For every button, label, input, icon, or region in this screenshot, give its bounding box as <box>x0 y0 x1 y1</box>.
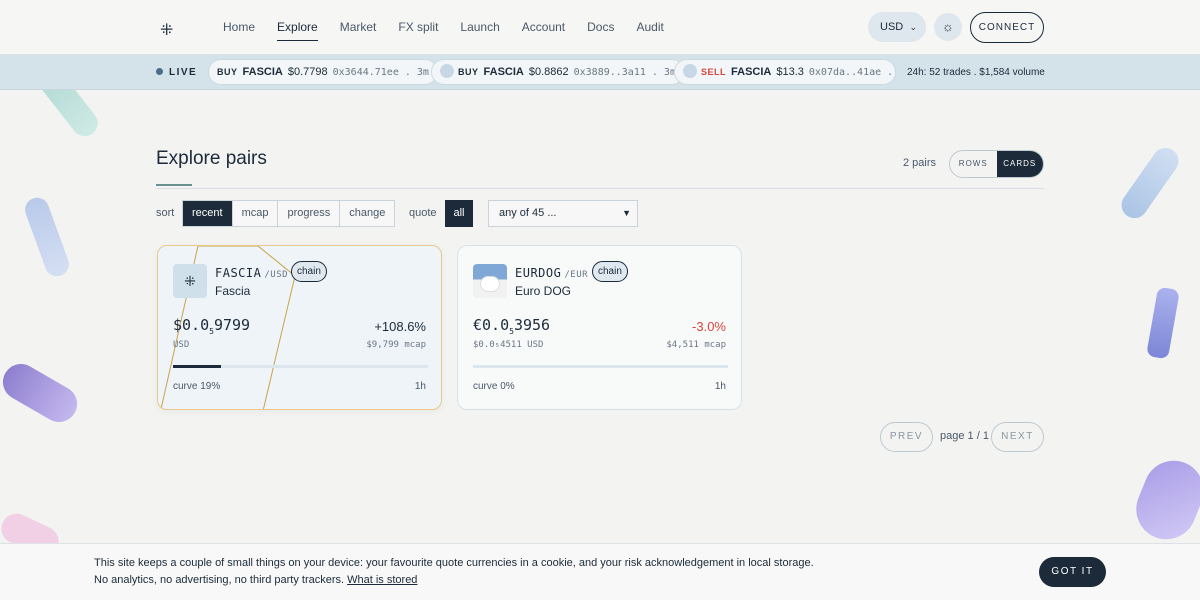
token-name: Fascia <box>215 284 251 298</box>
prev-page-button[interactable]: PREV <box>880 422 933 452</box>
sort-options: recent mcap progress change <box>182 200 396 227</box>
market-cap: $9,799 mcap <box>366 340 426 350</box>
cookie-banner: This site keeps a couple of small things… <box>0 543 1200 600</box>
price-unit: USD <box>173 340 190 350</box>
what-is-stored-link[interactable]: What is stored <box>347 574 417 586</box>
trade-symbol: FASCIA <box>483 66 524 78</box>
token-icon <box>683 64 697 79</box>
chevron-down-icon: ⌄ <box>909 22 917 32</box>
top-header: ⁜ Home Explore Market FX split Launch Ac… <box>0 0 1200 55</box>
decorative-coin <box>1127 451 1200 549</box>
sort-recent-button[interactable]: recent <box>183 201 233 226</box>
chain-badge[interactable]: chain <box>592 261 628 282</box>
decorative-coin <box>0 357 84 429</box>
nav-account[interactable]: Account <box>511 0 576 55</box>
logo-icon[interactable]: ⁜ <box>160 20 173 40</box>
view-rows-button[interactable]: ROWS <box>950 151 997 177</box>
quote-all-button[interactable]: all <box>445 200 473 227</box>
price-change: +108.6% <box>374 319 426 334</box>
decorative-coin <box>21 194 73 280</box>
pair-age: 1h <box>714 381 726 392</box>
trade-address: 0x3889..3a11 . 3m <box>573 67 676 78</box>
nav-home[interactable]: Home <box>212 0 266 55</box>
currency-select[interactable]: USD ⌄ <box>868 12 926 42</box>
pair-symbol: FASCIA/USD <box>215 266 289 280</box>
nav-explore[interactable]: Explore <box>266 0 329 55</box>
trade-address: 0x3644.71ee . 3m <box>332 67 429 78</box>
nav-fx-split[interactable]: FX split <box>387 0 449 55</box>
chain-badge[interactable]: chain <box>291 261 327 282</box>
cookie-text: This site keeps a couple of small things… <box>94 557 814 586</box>
sort-change-button[interactable]: change <box>340 201 395 226</box>
price-unit: $0.0₅4511 USD <box>473 340 544 350</box>
market-cap: $4,511 mcap <box>666 340 726 350</box>
view-cards-button[interactable]: CARDS <box>996 151 1043 177</box>
pair-card[interactable]: ⁜ FASCIA/USD chain Fascia $0.059799 +108… <box>157 245 442 410</box>
nav-audit[interactable]: Audit <box>625 0 674 55</box>
nav-market[interactable]: Market <box>329 0 388 55</box>
next-page-button[interactable]: NEXT <box>991 422 1044 452</box>
pair-card[interactable]: EURDOG/EUR chain Euro DOG €0.053956 -3.0… <box>457 245 742 410</box>
token-price: €0.053956 <box>473 316 551 336</box>
curve-progress-bar <box>473 365 728 368</box>
nav-launch[interactable]: Launch <box>449 0 510 55</box>
decorative-coin <box>1146 286 1180 360</box>
price-change: -3.0% <box>692 319 726 334</box>
fascia-logo-icon: ⁜ <box>184 273 196 289</box>
trade-side: BUY <box>217 67 238 77</box>
pair-quote: /EUR <box>564 270 589 280</box>
pair-symbol: EURDOG/EUR <box>515 266 589 280</box>
pair-age: 1h <box>414 381 426 392</box>
view-toggle: ROWS CARDS <box>949 150 1044 178</box>
chevron-down-icon: ▼ <box>622 208 631 218</box>
quote-select-value: any of 45 ... <box>499 207 557 219</box>
live-dot-icon <box>156 67 163 75</box>
trade-address: 0x07da..41ae . 4m <box>808 67 895 78</box>
connect-button[interactable]: CONNECT <box>970 12 1044 43</box>
got-it-button[interactable]: GOT IT <box>1039 557 1106 587</box>
live-indicator: LIVE <box>156 55 197 90</box>
curve-progress-bar <box>173 365 428 368</box>
theme-toggle-button[interactable]: ☼ <box>934 13 962 41</box>
pair-quote: /USD <box>264 270 289 280</box>
token-price: $0.059799 <box>173 316 251 336</box>
quote-label: quote <box>409 207 437 219</box>
sun-icon: ☼ <box>942 19 954 34</box>
decorative-coin <box>1116 142 1184 224</box>
ticker-trade[interactable]: BUY FASCIA $0.7798 0x3644.71ee . 3m <box>208 59 438 85</box>
page-title: Explore pairs <box>156 148 267 169</box>
trade-price: $0.8862 <box>528 66 569 78</box>
dog-image-icon <box>480 276 500 292</box>
trade-price: $13.3 <box>776 66 804 78</box>
currency-value: USD <box>880 21 904 33</box>
trade-price: $0.7798 <box>287 66 328 78</box>
trade-symbol: FASCIA <box>242 66 283 78</box>
trade-side: BUY <box>458 67 479 77</box>
token-icon <box>440 64 454 79</box>
token-avatar: ⁜ <box>173 264 207 298</box>
nav-docs[interactable]: Docs <box>576 0 625 55</box>
ticker-trade[interactable]: SELL FASCIA $13.3 0x07da..41ae . 4m <box>674 59 896 85</box>
page-info: page 1 / 1 <box>940 430 989 442</box>
pair-count: 2 pairs <box>903 157 937 169</box>
title-underline <box>156 184 192 186</box>
curve-label: curve 19% <box>173 381 221 392</box>
quote-select[interactable]: any of 45 ... ▼ <box>488 200 638 227</box>
sort-mcap-button[interactable]: mcap <box>232 201 279 226</box>
section-divider <box>156 188 1044 189</box>
token-avatar <box>473 264 507 298</box>
ticker-trade[interactable]: BUY FASCIA $0.8862 0x3889..3a11 . 3m <box>431 59 685 85</box>
main-nav: Home Explore Market FX split Launch Acco… <box>212 0 675 55</box>
sort-progress-button[interactable]: progress <box>278 201 341 226</box>
curve-label: curve 0% <box>473 381 515 392</box>
ticker-stats: 24h: 52 trades . $1,584 volume <box>907 67 1045 78</box>
trade-symbol: FASCIA <box>731 66 772 78</box>
curve-progress-fill <box>173 365 222 368</box>
token-name: Euro DOG <box>515 284 572 298</box>
trade-side: SELL <box>701 67 727 77</box>
sort-label: sort <box>156 207 175 219</box>
live-ticker: LIVE BUY FASCIA $0.7798 0x3644.71ee . 3m BU… <box>0 55 1200 90</box>
